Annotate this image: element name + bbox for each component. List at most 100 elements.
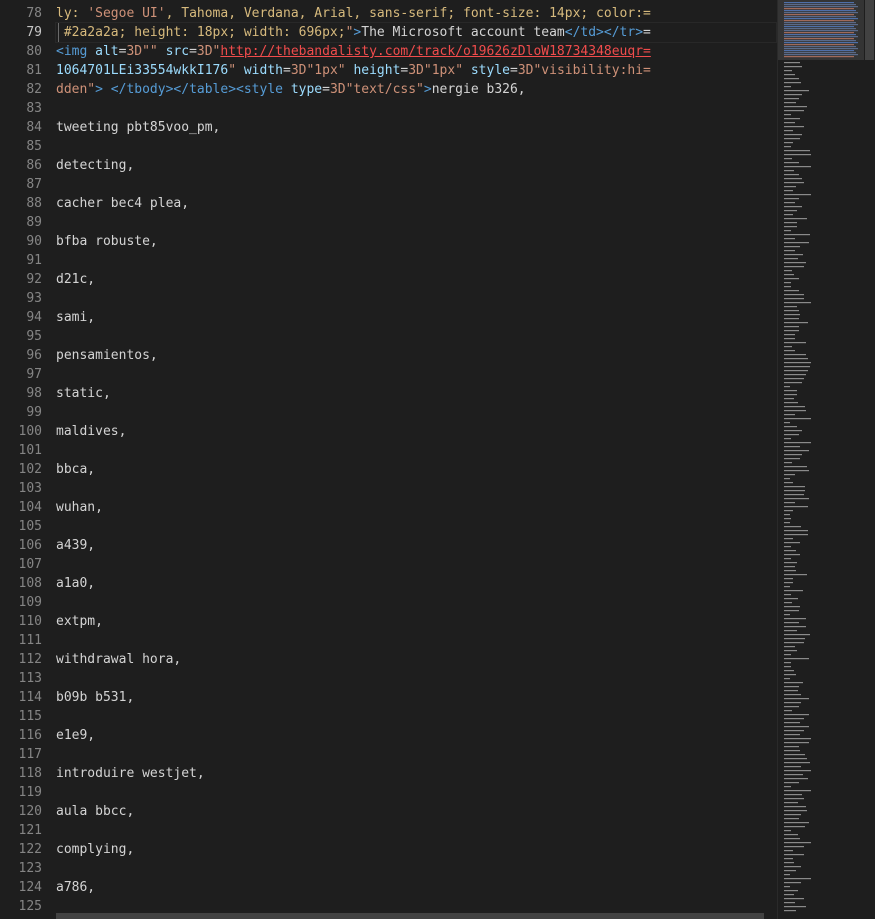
minimap-mark: [784, 146, 791, 148]
minimap-mark: [784, 182, 804, 184]
line-number: 82: [26, 82, 42, 97]
code-line[interactable]: [56, 669, 776, 688]
code-token: sami,: [56, 310, 96, 325]
code-line[interactable]: detecting,: [56, 156, 776, 175]
code-line[interactable]: [56, 859, 776, 878]
code-line[interactable]: dden"> </tbody></table><style type=3D"te…: [56, 80, 776, 99]
minimap-mark: [784, 774, 803, 776]
code-token: type: [290, 82, 323, 97]
code-line[interactable]: [56, 137, 776, 156]
code-line[interactable]: aula bbcc,: [56, 802, 776, 821]
code-line[interactable]: b09b b531,: [56, 688, 776, 707]
minimap-mark: [784, 334, 795, 336]
code-line[interactable]: tweeting pbt85voo_pm,: [56, 118, 776, 137]
code-editor[interactable]: 78 79 80 81 82 83 84 85 86 87 88 89 90 91 92 93 94 95 96 97…: [0, 0, 875, 919]
minimap-mark: [784, 726, 809, 728]
code-line[interactable]: [56, 631, 776, 650]
minimap-mark: [784, 622, 799, 624]
code-line[interactable]: extpm,: [56, 612, 776, 631]
code-line[interactable]: #2a2a2a; height: 18px; width: 696px;">Th…: [55, 22, 777, 43]
minimap-mark: [784, 62, 800, 64]
minimap-mark: [784, 490, 805, 492]
code-line[interactable]: sami,: [56, 308, 776, 327]
minimap-mark: [784, 418, 811, 420]
code-line[interactable]: withdrawal hora,: [56, 650, 776, 669]
code-token[interactable]: http://thebandalisty.com/track/o19626zDl…: [220, 44, 650, 59]
minimap-mark: [784, 658, 809, 660]
minimap-mark: [784, 230, 791, 232]
minimap[interactable]: [777, 0, 864, 919]
minimap-mark: [784, 610, 799, 612]
code-token: maldives,: [56, 424, 127, 439]
code-line[interactable]: a786,: [56, 878, 776, 897]
code-line[interactable]: [56, 593, 776, 612]
line-number: 107: [18, 557, 42, 572]
code-token: bbca,: [56, 462, 96, 477]
code-line[interactable]: maldives,: [56, 422, 776, 441]
code-line[interactable]: bfba robuste,: [56, 232, 776, 251]
minimap-mark: [784, 738, 811, 740]
minimap-mark: [784, 578, 793, 580]
minimap-mark: [784, 318, 799, 320]
code-token: 'Segoe UI': [87, 6, 166, 21]
code-line[interactable]: [56, 555, 776, 574]
code-line[interactable]: [56, 213, 776, 232]
line-number: 91: [26, 253, 42, 268]
code-line[interactable]: introduire westjet,: [56, 764, 776, 783]
code-line[interactable]: [56, 821, 776, 840]
minimap-mark: [784, 802, 798, 804]
minimap-mark: [784, 286, 791, 288]
minimap-mark: [784, 850, 793, 852]
horizontal-scrollbar[interactable]: [56, 913, 764, 919]
code-line[interactable]: [56, 251, 776, 270]
minimap-mark: [784, 36, 858, 38]
code-line[interactable]: [56, 441, 776, 460]
code-line[interactable]: [56, 289, 776, 308]
minimap-mark: [784, 562, 797, 564]
code-line[interactable]: [56, 707, 776, 726]
code-token: ly:: [56, 6, 88, 21]
code-line[interactable]: static,: [56, 384, 776, 403]
code-line[interactable]: [56, 327, 776, 346]
code-line[interactable]: complying,: [56, 840, 776, 859]
code-line[interactable]: a439,: [56, 536, 776, 555]
code-line[interactable]: ly: 'Segoe UI', Tahoma, Verdana, Arial, …: [56, 4, 776, 23]
vertical-scrollbar-thumb[interactable]: [865, 0, 874, 60]
code-line[interactable]: [56, 783, 776, 802]
minimap-mark: [784, 682, 803, 684]
code-token: style: [470, 63, 510, 78]
code-line[interactable]: a1a0,: [56, 574, 776, 593]
code-line[interactable]: [56, 175, 776, 194]
code-line[interactable]: <img alt=3D"" src=3D"http://thebandalist…: [56, 42, 776, 61]
code-line[interactable]: [56, 479, 776, 498]
minimap-mark: [784, 902, 795, 904]
code-line[interactable]: 1064701LEi33554wkkI176" width=3D"1px" he…: [56, 61, 776, 80]
minimap-mark: [784, 14, 854, 16]
code-area[interactable]: ly: 'Segoe UI', Tahoma, Verdana, Arial, …: [55, 4, 777, 916]
minimap-mark: [784, 290, 799, 292]
code-token: dden": [56, 82, 96, 97]
minimap-mark: [784, 398, 794, 400]
code-line[interactable]: cacher bec4 plea,: [56, 194, 776, 213]
code-token: wuhan,: [56, 500, 103, 515]
code-line[interactable]: [56, 517, 776, 536]
code-line[interactable]: e1e9,: [56, 726, 776, 745]
code-line[interactable]: wuhan,: [56, 498, 776, 517]
code-line[interactable]: [56, 365, 776, 384]
line-number: 117: [18, 747, 42, 762]
code-line[interactable]: pensamientos,: [56, 346, 776, 365]
code-line[interactable]: bbca,: [56, 460, 776, 479]
minimap-mark: [784, 698, 809, 700]
code-line[interactable]: d21c,: [56, 270, 776, 289]
line-number: 108: [18, 576, 42, 591]
code-line[interactable]: [56, 403, 776, 422]
code-token: nergie b326,: [431, 82, 526, 97]
code-line[interactable]: [56, 99, 776, 118]
minimap-mark: [784, 122, 795, 124]
vertical-scrollbar[interactable]: [864, 0, 875, 919]
minimap-mark: [784, 710, 792, 712]
minimap-mark: [784, 862, 794, 864]
code-line[interactable]: [56, 745, 776, 764]
minimap-mark: [784, 886, 790, 888]
line-number: 106: [18, 538, 42, 553]
